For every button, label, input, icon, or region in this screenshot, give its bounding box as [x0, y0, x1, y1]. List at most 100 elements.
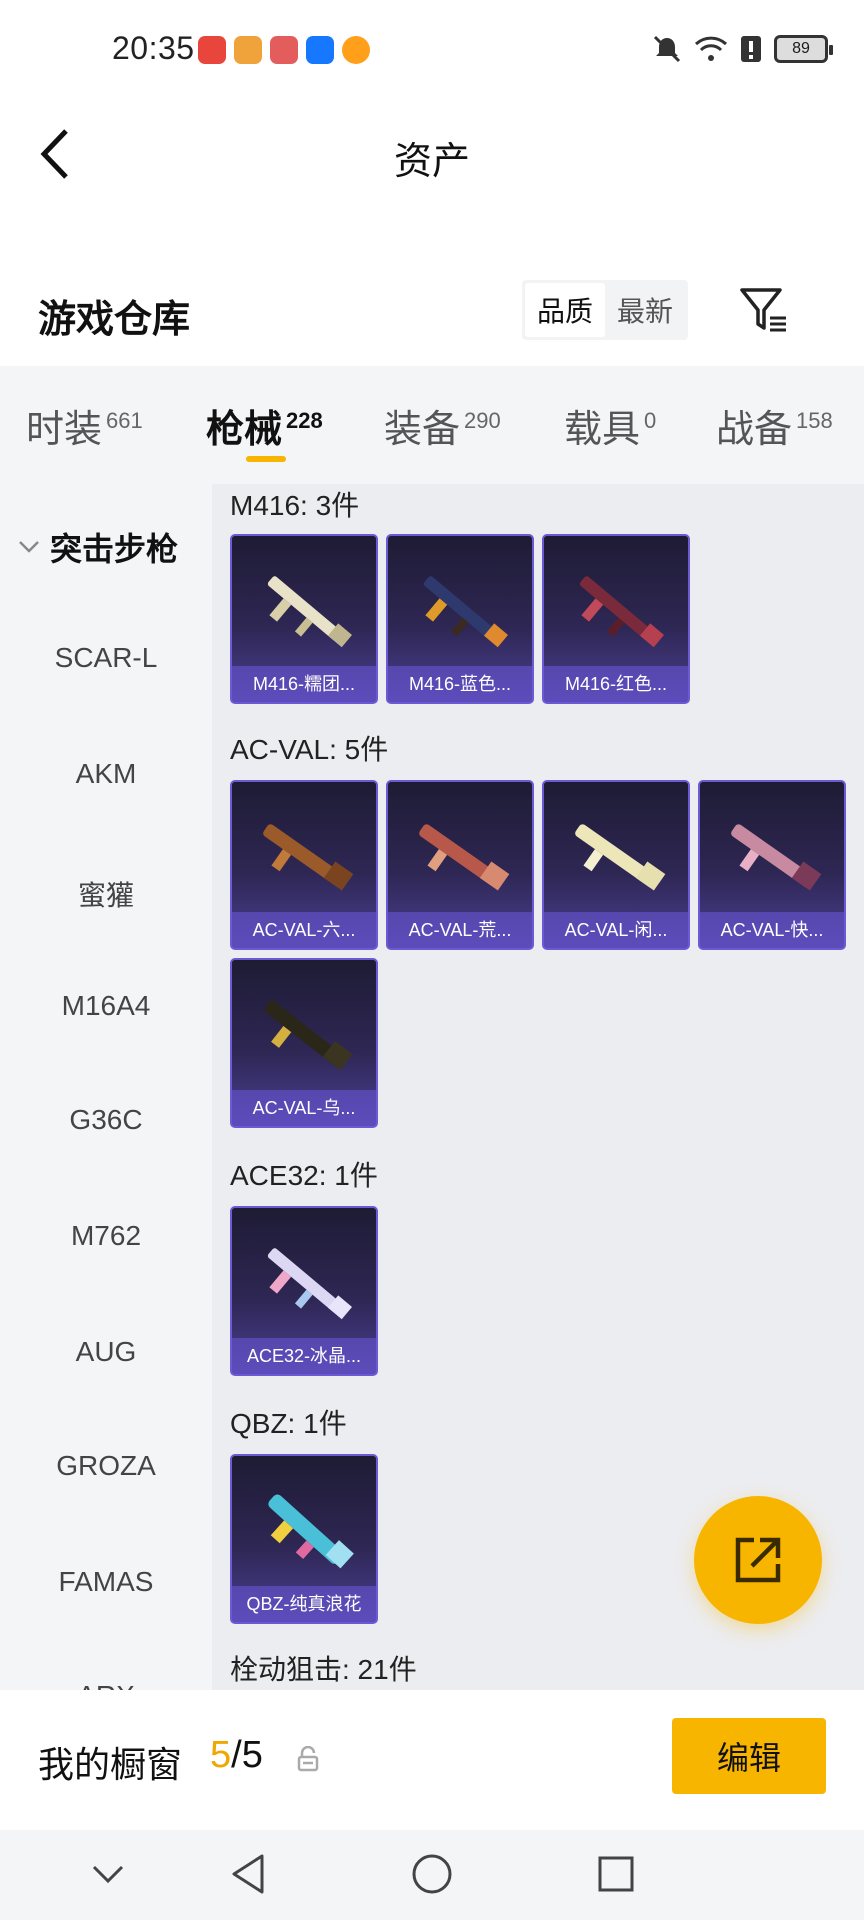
skin-card-label: AC-VAL-荒...: [388, 912, 532, 948]
showcase-count: 5/5: [210, 1734, 263, 1777]
filter-button[interactable]: [736, 282, 792, 338]
skin-card-label: M416-红色...: [544, 666, 688, 702]
sidebar-item-arx[interactable]: ARX: [0, 1680, 212, 1690]
skin-card[interactable]: AC-VAL-荒...: [386, 780, 534, 950]
sidebar-group-label: 突击步枪: [50, 531, 179, 567]
nav-back-button[interactable]: [222, 1848, 274, 1900]
skin-card[interactable]: AC-VAL-闲...: [542, 780, 690, 950]
wifi-icon: [694, 36, 728, 61]
rifle-skin-icon: [267, 576, 353, 648]
rifle-skin-icon: [263, 824, 354, 891]
skin-card[interactable]: AC-VAL-六...: [230, 780, 378, 950]
skin-card-label: AC-VAL-六...: [232, 912, 376, 948]
category-tabs: 时装 661 枪械 228 装备 290 载具 0 战备 158: [0, 366, 864, 484]
alert-icon: [741, 36, 761, 62]
skin-card-label: ACE32-冰晶...: [232, 1338, 376, 1374]
rifle-skin-icon: [264, 1000, 353, 1071]
nav-home-button[interactable]: [406, 1848, 458, 1900]
rifle-skin-icon: [268, 1494, 354, 1569]
tab-firearms[interactable]: 枪械 228: [206, 398, 323, 453]
page-title: 资产: [393, 141, 470, 183]
active-tab-indicator: [246, 456, 286, 462]
circle-home-icon: [412, 1854, 452, 1894]
tab-label: 载具: [564, 409, 641, 451]
skin-card[interactable]: M416-蓝色...: [386, 534, 534, 704]
sidebar-item-m762[interactable]: M762: [0, 1220, 212, 1252]
tab-count: 661: [106, 408, 143, 434]
skin-card-label: M416-糯团...: [232, 666, 376, 702]
sort-newest-button[interactable]: 最新: [605, 283, 685, 337]
skin-card[interactable]: M416-红色...: [542, 534, 690, 704]
chevron-down-icon: [19, 541, 39, 553]
sort-quality-button[interactable]: 品质: [525, 283, 606, 337]
app-notification-icon: [234, 36, 262, 64]
sidebar-item-famas[interactable]: FAMAS: [0, 1566, 212, 1598]
sidebar-item-m16a4[interactable]: M16A4: [0, 990, 212, 1022]
filter-icon: [740, 288, 786, 332]
share-button[interactable]: [694, 1496, 822, 1624]
tab-label: 战备: [716, 409, 793, 451]
section-title-ace32: ACE32: 1件: [230, 1160, 378, 1191]
rifle-skin-icon: [579, 576, 665, 648]
tab-label: 枪械: [206, 409, 283, 451]
sidebar-item-honey-badger[interactable]: 蜜獾: [0, 874, 212, 914]
nav-recents-button[interactable]: [590, 1848, 642, 1900]
skin-card[interactable]: AC-VAL-乌...: [230, 958, 378, 1128]
tab-count: 0: [644, 408, 657, 434]
tab-vehicles[interactable]: 载具 0: [564, 398, 656, 453]
showcase-total: /5: [231, 1734, 263, 1776]
app-notification-icon: [306, 36, 334, 64]
skin-card-label: AC-VAL-乌...: [232, 1090, 376, 1126]
skin-card[interactable]: QBZ-纯真浪花: [230, 1454, 378, 1624]
showcase-current: 5: [210, 1734, 232, 1776]
section-title-bolt-action: 栓动狙击: 21件: [230, 1654, 417, 1685]
tab-equipment[interactable]: 装备 290: [384, 398, 501, 453]
weapon-type-sidebar: 突击步枪 SCAR-L AKM 蜜獾 M16A4 G36C M762 AUG G…: [0, 484, 212, 1690]
sidebar-item-g36c[interactable]: G36C: [0, 1104, 212, 1136]
app-notification-icon: [270, 36, 298, 64]
rifle-skin-icon: [423, 576, 509, 648]
tab-combat-supplies[interactable]: 战备 158: [716, 398, 833, 453]
nav-collapse-button[interactable]: [82, 1848, 134, 1900]
sidebar-group-assault-rifles[interactable]: 突击步枪: [18, 524, 178, 570]
app-notification-icon: [198, 36, 226, 64]
rifle-skin-icon: [731, 824, 822, 891]
battery-indicator: 89: [774, 35, 833, 63]
skin-card[interactable]: M416-糯团...: [230, 534, 378, 704]
sidebar-item-akm[interactable]: AKM: [0, 758, 212, 790]
tab-label: 装备: [384, 409, 461, 451]
skin-card-label: M416-蓝色...: [388, 666, 532, 702]
status-time: 20:35: [112, 30, 195, 66]
sidebar-item-aug[interactable]: AUG: [0, 1336, 212, 1368]
skin-card-label: AC-VAL-闲...: [544, 912, 688, 948]
section-title-ac-val: AC-VAL: 5件: [230, 734, 389, 765]
tab-label: 时装: [26, 409, 103, 451]
sidebar-item-scar-l[interactable]: SCAR-L: [0, 642, 212, 674]
skin-card[interactable]: ACE32-冰晶...: [230, 1206, 378, 1376]
triangle-back-icon: [232, 1854, 264, 1894]
system-icons: 89: [652, 34, 833, 64]
section-title-m416: M416: 3件: [230, 490, 360, 521]
section-title-qbz: QBZ: 1件: [230, 1408, 347, 1439]
showcase-label: 我的橱窗: [38, 1744, 183, 1785]
mute-icon: [653, 35, 681, 63]
warehouse-header: 游戏仓库 品质 最新: [0, 268, 864, 358]
sidebar-item-groza[interactable]: GROZA: [0, 1450, 212, 1482]
tab-count: 290: [464, 408, 501, 434]
warehouse-title: 游戏仓库: [38, 299, 191, 341]
skin-card-label: AC-VAL-快...: [700, 912, 844, 948]
app-header: 资产: [0, 104, 864, 204]
app-notification-icon: [342, 36, 370, 64]
chevron-down-icon: [92, 1865, 124, 1884]
rifle-skin-icon: [575, 824, 666, 891]
system-nav-bar: [0, 1830, 864, 1920]
tab-fashion[interactable]: 时装 661: [26, 398, 143, 453]
skin-card[interactable]: AC-VAL-快...: [698, 780, 846, 950]
rifle-skin-icon: [267, 1248, 353, 1320]
lock-icon: [297, 1746, 319, 1772]
rifle-skin-icon: [419, 824, 510, 891]
edit-button[interactable]: 编辑: [672, 1718, 826, 1794]
share-icon: [735, 1537, 781, 1583]
notification-icons: [198, 36, 370, 64]
skin-card-label: QBZ-纯真浪花: [232, 1586, 376, 1622]
